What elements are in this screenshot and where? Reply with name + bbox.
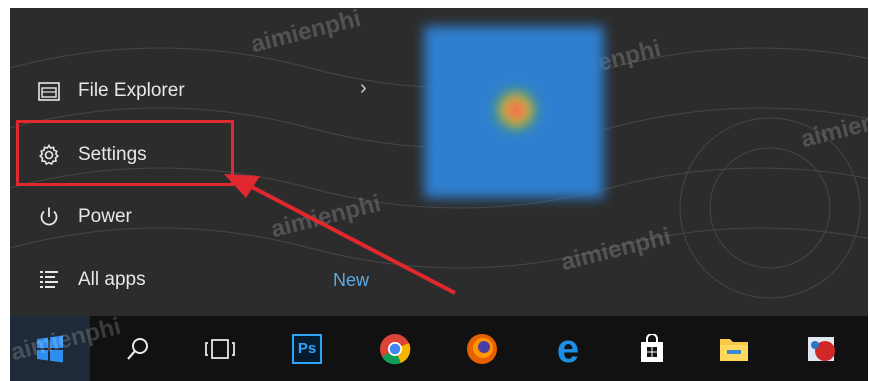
edge-button[interactable]: e	[536, 316, 600, 381]
firefox-button[interactable]	[450, 316, 514, 381]
paint-icon	[808, 336, 835, 361]
photoshop-icon: Ps	[292, 333, 322, 364]
chrome-button[interactable]	[363, 316, 427, 381]
store-icon	[641, 333, 663, 362]
photoshop-label: Ps	[297, 340, 317, 357]
edge-icon: e	[556, 326, 580, 371]
paint-button[interactable]	[790, 316, 854, 381]
search-icon	[127, 337, 148, 360]
file-explorer-taskbar-button[interactable]	[702, 316, 766, 381]
taskbar: Ps e	[10, 316, 868, 381]
task-view-icon	[205, 338, 235, 359]
store-button[interactable]	[620, 316, 684, 381]
folder-icon	[720, 338, 748, 361]
firefox-icon	[467, 333, 497, 364]
photoshop-button[interactable]: Ps	[275, 316, 339, 381]
task-view-button[interactable]	[188, 316, 252, 381]
chrome-icon	[380, 333, 411, 364]
start-menu: aimienphi aimienphi aimienphi aimienphi …	[10, 8, 868, 381]
